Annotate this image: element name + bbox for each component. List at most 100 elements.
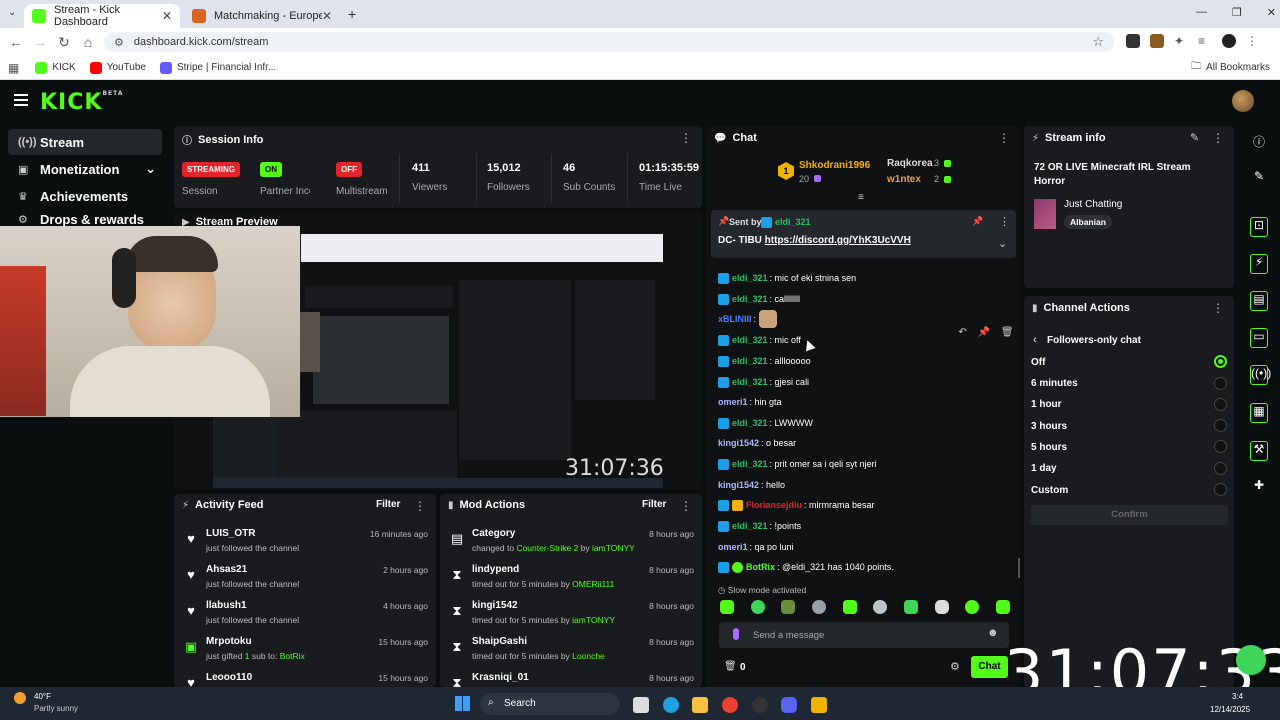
taskbar-search[interactable]: ⌕ Search xyxy=(480,693,620,715)
hamburger-menu-icon[interactable] xyxy=(14,94,28,106)
emote-icon[interactable] xyxy=(720,600,734,614)
radio-custom[interactable] xyxy=(1214,483,1227,496)
all-bookmarks[interactable]: 🗀 All Bookmarks xyxy=(1191,59,1270,76)
activity-user[interactable]: Mrpotoku xyxy=(206,636,252,647)
tab-list-icon[interactable]: ⌄ xyxy=(8,7,16,18)
mod-user[interactable]: Loonche xyxy=(572,651,605,661)
emoji-picker-icon[interactable]: ☻ xyxy=(987,627,999,639)
profile-avatar-icon[interactable] xyxy=(1222,34,1236,48)
more-options-icon[interactable]: ⋮ xyxy=(1212,301,1224,315)
radio-5-hours[interactable] xyxy=(1214,440,1227,453)
pinned-link[interactable]: https://discord.gg/YhK3UcVVH xyxy=(765,235,911,246)
add-widget-icon[interactable]: ✚ xyxy=(1250,478,1268,498)
obs-icon[interactable] xyxy=(752,697,768,713)
option-5-hours[interactable]: 5 hours xyxy=(1031,442,1067,453)
filter-button[interactable]: Filter xyxy=(642,499,666,510)
activity-user[interactable]: Leooo110 xyxy=(206,672,252,683)
category-thumbnail[interactable] xyxy=(1034,199,1056,229)
chat-username[interactable]: eldi_321 xyxy=(732,459,768,469)
mod-target[interactable]: Krasniqi_01 xyxy=(472,672,529,683)
mod-user[interactable]: OMERii111 xyxy=(572,579,614,589)
home-icon[interactable]: ⌂ xyxy=(76,34,100,50)
minimize-icon[interactable]: — xyxy=(1196,6,1207,19)
chevron-down-icon[interactable]: ⌄ xyxy=(998,237,1007,250)
app-icon[interactable] xyxy=(811,697,827,713)
extension-icon[interactable] xyxy=(1126,34,1140,48)
more-options-icon[interactable]: ⋮ xyxy=(998,131,1010,145)
broadcast-tool-icon[interactable]: ((•)) xyxy=(1250,365,1271,385)
sidebar-item-achievements[interactable]: ♛ Achievements xyxy=(8,183,162,209)
site-info-icon[interactable]: ⚙ xyxy=(114,36,124,49)
pinned-user[interactable]: eldi_321 xyxy=(775,217,811,227)
option-1-day[interactable]: 1 day xyxy=(1031,463,1057,474)
extension-icon[interactable] xyxy=(1150,34,1164,48)
sidebar-item-stream[interactable]: ((•)) Stream xyxy=(8,129,162,155)
points-icon[interactable]: 🗑 xyxy=(724,661,737,672)
reply-icon[interactable]: ↶ xyxy=(958,327,966,338)
radio-6-minutes[interactable] xyxy=(1214,377,1227,390)
chat-input[interactable]: Send a message ☻ xyxy=(719,622,1009,648)
edge-icon[interactable] xyxy=(663,697,679,713)
windows-start-icon[interactable] xyxy=(455,696,470,711)
mod-user[interactable]: iamTONYY xyxy=(572,615,615,625)
chrome-menu-icon[interactable]: ⋮ xyxy=(1246,34,1260,48)
sidebar-item-monetization[interactable]: ▣ Monetization ⌄ xyxy=(8,156,162,182)
reload-icon[interactable]: ↻ xyxy=(52,34,76,51)
send-chat-button[interactable]: Chat xyxy=(971,656,1008,678)
collapse-leaderboard-icon[interactable]: ≡ xyxy=(858,192,864,203)
chat-username[interactable]: eldi_321 xyxy=(732,521,768,531)
mod-target[interactable]: ShaipGashi xyxy=(472,636,527,647)
new-tab-button[interactable]: + xyxy=(348,6,356,22)
leader-name[interactable]: Raqkorea xyxy=(887,158,933,169)
radio-off[interactable] xyxy=(1214,355,1227,368)
mod-target[interactable]: lindypend xyxy=(472,564,519,575)
bolt-tool-icon[interactable]: ⚡ xyxy=(1250,254,1268,274)
partner-on-badge[interactable]: ON xyxy=(260,162,282,177)
chat-scrollbar[interactable] xyxy=(1018,558,1020,578)
mod-user[interactable]: iamTONYY xyxy=(592,543,635,553)
option-6-minutes[interactable]: 6 minutes xyxy=(1031,378,1078,389)
chat-settings-icon[interactable]: ⚙ xyxy=(950,660,960,673)
task-view-icon[interactable] xyxy=(633,697,649,713)
chat-username[interactable]: eldi_321 xyxy=(732,273,768,283)
file-explorer-icon[interactable] xyxy=(692,697,708,713)
chevron-down-icon[interactable]: ⌄ xyxy=(145,161,156,177)
forward-icon[interactable]: → xyxy=(28,34,52,50)
chat-username[interactable]: eldi_321 xyxy=(732,418,768,428)
emote-icon[interactable] xyxy=(811,600,826,614)
maximize-icon[interactable]: ❐ xyxy=(1232,6,1242,19)
edit-icon[interactable]: ✎ xyxy=(1190,131,1199,144)
emote-icon[interactable] xyxy=(934,600,949,614)
close-tab-icon[interactable]: ✕ xyxy=(162,9,172,23)
activity-user[interactable]: llabush1 xyxy=(206,600,247,611)
emote-icon[interactable] xyxy=(781,600,796,614)
pencil-icon[interactable]: ✎ xyxy=(1250,169,1268,189)
pin-message-icon[interactable]: 📌 xyxy=(978,327,990,338)
option-custom[interactable]: Custom xyxy=(1031,485,1068,496)
mod-target[interactable]: kingi1542 xyxy=(472,600,518,611)
clipboard-tool-icon[interactable]: ▤ xyxy=(1250,291,1268,311)
multistream-off-badge[interactable]: OFF xyxy=(336,162,362,177)
chat-username[interactable]: eldi_321 xyxy=(732,356,768,366)
tab-kick-dashboard[interactable]: Stream - Kick Dashboard ✕ xyxy=(24,4,180,28)
emote-icon[interactable] xyxy=(842,600,857,614)
extensions-puzzle-icon[interactable]: ✦ xyxy=(1174,34,1188,48)
radio-1-day[interactable] xyxy=(1214,462,1227,475)
layout-tool-icon[interactable]: ▦ xyxy=(1250,403,1268,423)
kick-logo[interactable]: KICKBETA xyxy=(40,90,123,115)
chat-username[interactable]: kingi1542 xyxy=(718,438,759,448)
back-icon[interactable]: ← xyxy=(4,34,28,50)
apps-grid-icon[interactable]: ▦ xyxy=(8,61,19,75)
discord-icon[interactable] xyxy=(781,697,797,713)
chat-username[interactable]: Floriansejdiu xyxy=(746,500,802,510)
chat-username[interactable]: BotRix xyxy=(746,562,775,572)
bookmark-youtube[interactable]: YouTube xyxy=(89,61,146,74)
leader-name[interactable]: w1ntex xyxy=(887,174,921,185)
close-window-icon[interactable]: ✕ xyxy=(1267,6,1276,19)
emote-icon[interactable] xyxy=(995,600,1010,614)
leader-name[interactable]: Shkodrani1996 xyxy=(799,160,870,171)
more-options-icon[interactable]: ⋮ xyxy=(414,499,426,513)
chat-username[interactable]: xBLINIII xyxy=(718,314,752,324)
unpin-icon[interactable]: 📌 xyxy=(972,216,983,227)
url-field[interactable]: ⚙ dashboard.kick.com/stream ☆ xyxy=(104,32,1114,52)
